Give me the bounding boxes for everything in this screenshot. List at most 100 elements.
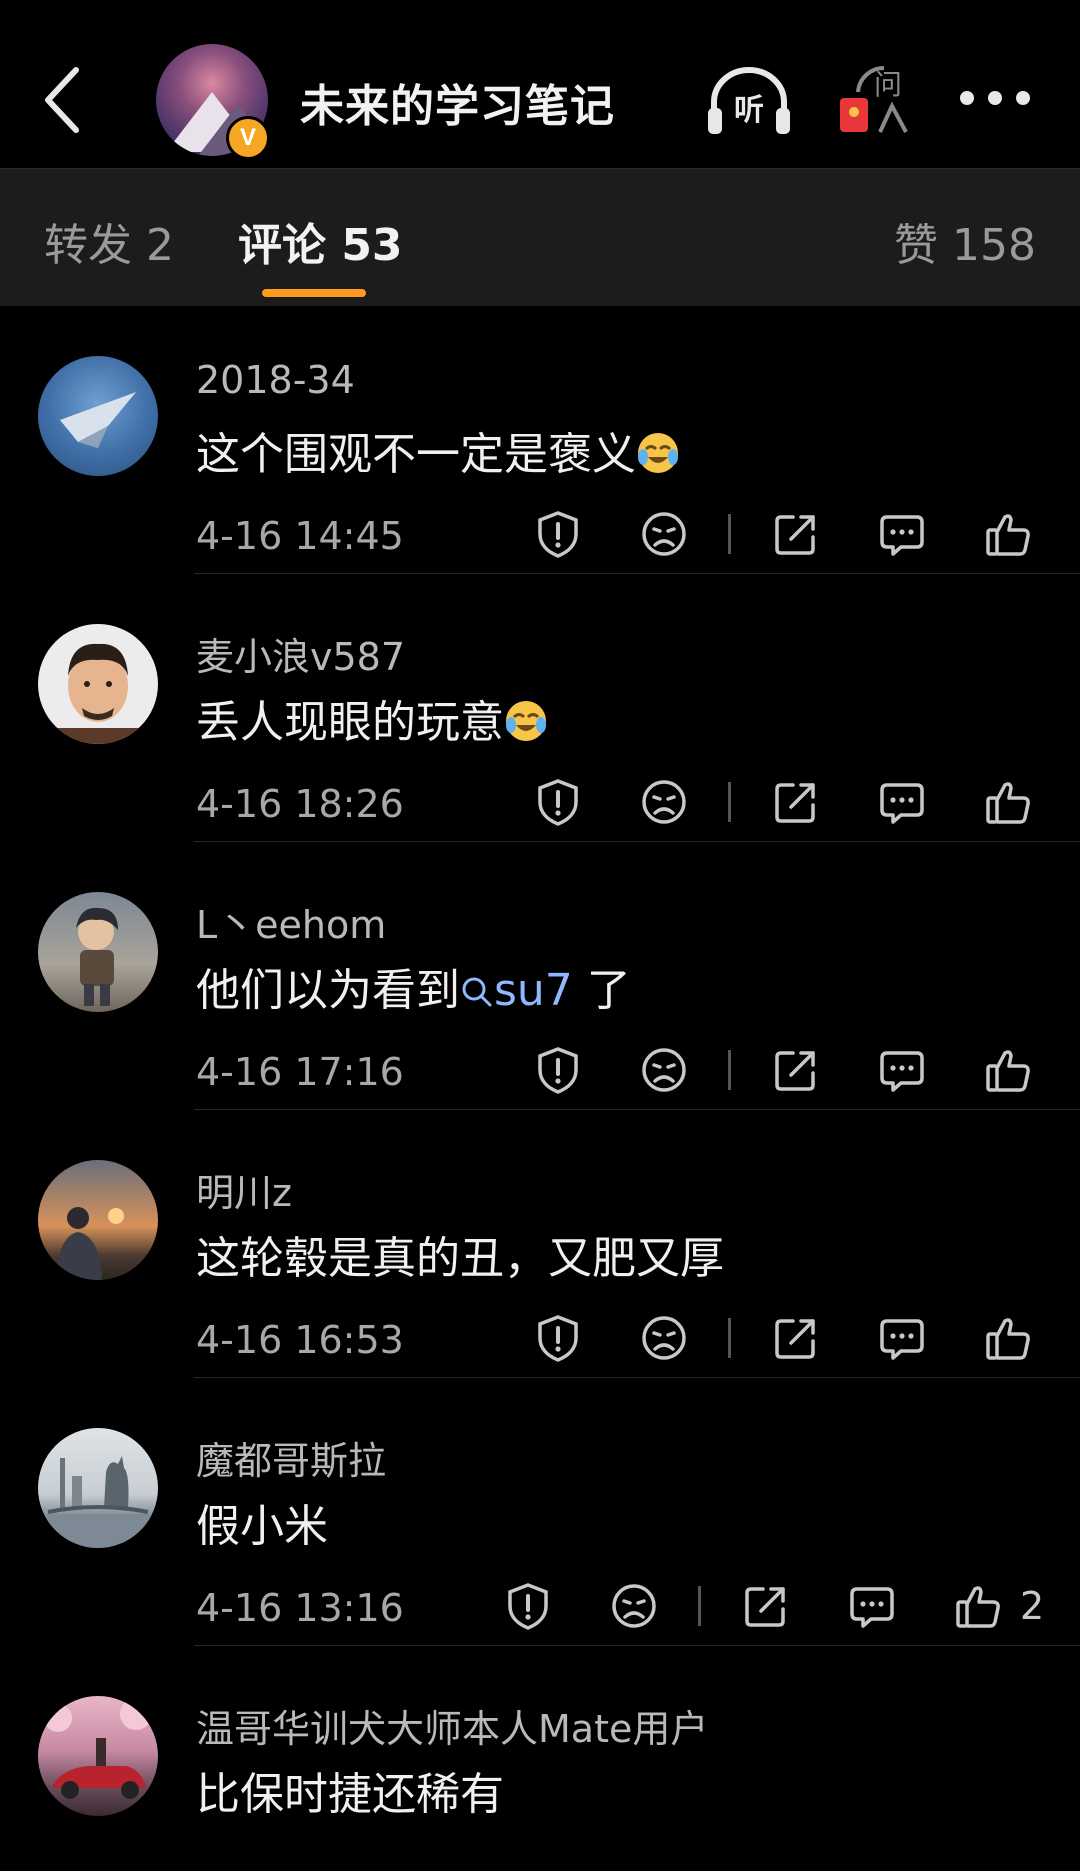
- frown-icon: [612, 1584, 656, 1628]
- comment-timestamp: 4-16 14:45: [196, 514, 404, 558]
- laugh-cry-emoji-icon: [506, 701, 546, 741]
- like-button[interactable]: [970, 1032, 1046, 1108]
- action-separator: [728, 514, 731, 554]
- dot-icon: [988, 91, 1002, 105]
- dislike-button[interactable]: [626, 1032, 702, 1108]
- headphones-icon: 听: [708, 67, 790, 134]
- comment-body: 这个围观不一定是褒义: [196, 429, 636, 480]
- shield-alert-icon: [508, 1583, 548, 1630]
- topic-link[interactable]: su7: [460, 965, 573, 1016]
- comment-item: 2018-34 这个围观不一定是褒义 4-16 14:45: [0, 306, 1080, 574]
- shield-alert-icon: [538, 1315, 578, 1362]
- ask-button[interactable]: 问: [838, 62, 914, 138]
- comment-actions: [520, 1300, 1040, 1376]
- report-button[interactable]: [520, 496, 596, 572]
- share-button[interactable]: [758, 1300, 834, 1376]
- ask-label: 问: [874, 68, 902, 101]
- comment-timestamp: 4-16 13:16: [196, 1586, 404, 1630]
- dislike-button[interactable]: [596, 1568, 672, 1644]
- listen-button[interactable]: 听: [706, 64, 792, 136]
- user-avatar[interactable]: [38, 892, 158, 1012]
- active-tab-indicator: [262, 289, 366, 297]
- frown-icon: [642, 1316, 686, 1360]
- reply-button[interactable]: [864, 1300, 940, 1376]
- dislike-button[interactable]: [626, 1300, 702, 1376]
- comment-username[interactable]: L丶eehom: [196, 894, 386, 949]
- dislike-button[interactable]: [626, 496, 702, 572]
- shield-alert-icon: [538, 511, 578, 558]
- like-button[interactable]: [940, 1568, 1016, 1644]
- thumbs-up-icon: [986, 1050, 1030, 1092]
- shield-alert-icon: [538, 779, 578, 826]
- dislike-button[interactable]: [626, 764, 702, 840]
- share-button[interactable]: [758, 496, 834, 572]
- share-button[interactable]: [758, 764, 834, 840]
- comment-timestamp: 4-16 18:26: [196, 782, 404, 826]
- report-button[interactable]: [520, 1300, 596, 1376]
- comment-actions: [520, 1032, 1040, 1108]
- comment-item: 魔都哥斯拉 假小米 4-16 13:16 2: [0, 1378, 1080, 1646]
- comment-text: 这个围观不一定是褒义: [196, 418, 680, 482]
- tab-bar: 转发 2 评论 53 赞 158: [0, 168, 1080, 306]
- laugh-cry-emoji-icon: [638, 433, 678, 473]
- like-count: 2: [1020, 1584, 1045, 1628]
- comment-actions: [520, 764, 1040, 840]
- comment-username[interactable]: 魔都哥斯拉: [196, 1430, 386, 1485]
- share-icon: [775, 515, 815, 555]
- report-button[interactable]: [520, 1032, 596, 1108]
- back-button[interactable]: [38, 62, 88, 138]
- topic-text: su7: [494, 965, 573, 1016]
- comment-text: 假小米: [196, 1501, 328, 1552]
- comment-timestamp: 4-16 16:53: [196, 1318, 404, 1362]
- listen-label: 听: [734, 93, 764, 128]
- tab-comments[interactable]: 评论 53: [238, 209, 403, 273]
- action-separator: [698, 1586, 701, 1626]
- comment-item: 麦小浪v587 丢人现眼的玩意 4-16 18:26: [0, 574, 1080, 842]
- comment-username[interactable]: 2018-34: [196, 358, 355, 402]
- reply-button[interactable]: [864, 764, 940, 840]
- action-separator: [728, 1050, 731, 1090]
- comment-icon: [880, 515, 924, 556]
- search-icon: [462, 977, 492, 1007]
- comment-username[interactable]: 明川z: [196, 1162, 292, 1217]
- comment-body: 丢人现眼的玩意: [196, 697, 504, 748]
- comment-list: 2018-34 这个围观不一定是褒义 4-16 14:45 麦小浪v587 丢人…: [0, 306, 1080, 1871]
- tab-likes[interactable]: 赞 158: [894, 209, 1036, 273]
- share-icon: [775, 1051, 815, 1091]
- comment-text: 他们以为看到 su7 了: [196, 954, 631, 1018]
- page-title: 未来的学习笔记: [300, 81, 615, 132]
- like-button[interactable]: [970, 496, 1046, 572]
- comment-text: 这轮毂是真的丑，又肥又厚: [196, 1233, 724, 1284]
- like-button[interactable]: [970, 764, 1046, 840]
- comment-icon: [880, 783, 924, 824]
- action-separator: [728, 782, 731, 822]
- report-button[interactable]: [520, 764, 596, 840]
- user-avatar[interactable]: [38, 1160, 158, 1280]
- user-avatar[interactable]: [38, 624, 158, 744]
- thumbs-up-icon: [986, 514, 1030, 556]
- report-button[interactable]: [490, 1568, 566, 1644]
- more-options-button[interactable]: [960, 86, 1030, 110]
- action-separator: [728, 1318, 731, 1358]
- user-avatar[interactable]: [38, 1428, 158, 1548]
- reply-button[interactable]: [864, 1032, 940, 1108]
- tab-repost[interactable]: 转发 2: [44, 209, 174, 273]
- comment-body-suffix: 了: [572, 965, 631, 1016]
- share-button[interactable]: [728, 1568, 804, 1644]
- reply-button[interactable]: [834, 1568, 910, 1644]
- reply-button[interactable]: [864, 496, 940, 572]
- thumbs-up-icon: [986, 1318, 1030, 1360]
- comment-item: L丶eehom 他们以为看到 su7 了 4-16 17:16: [0, 842, 1080, 1110]
- comment-actions: [520, 496, 1040, 572]
- user-avatar[interactable]: [38, 356, 158, 476]
- chevron-left-icon: [45, 67, 79, 133]
- dot-icon: [1016, 91, 1030, 105]
- user-avatar[interactable]: [38, 1696, 158, 1816]
- share-icon: [775, 783, 815, 823]
- comment-username[interactable]: 麦小浪v587: [196, 626, 405, 681]
- like-button[interactable]: [970, 1300, 1046, 1376]
- comment-username[interactable]: 温哥华训犬大师本人Mate用户: [196, 1698, 708, 1753]
- share-button[interactable]: [758, 1032, 834, 1108]
- comment-item: 温哥华训犬大师本人Mate用户 比保时捷还稀有: [0, 1646, 1080, 1871]
- thumbs-up-icon: [956, 1586, 1000, 1628]
